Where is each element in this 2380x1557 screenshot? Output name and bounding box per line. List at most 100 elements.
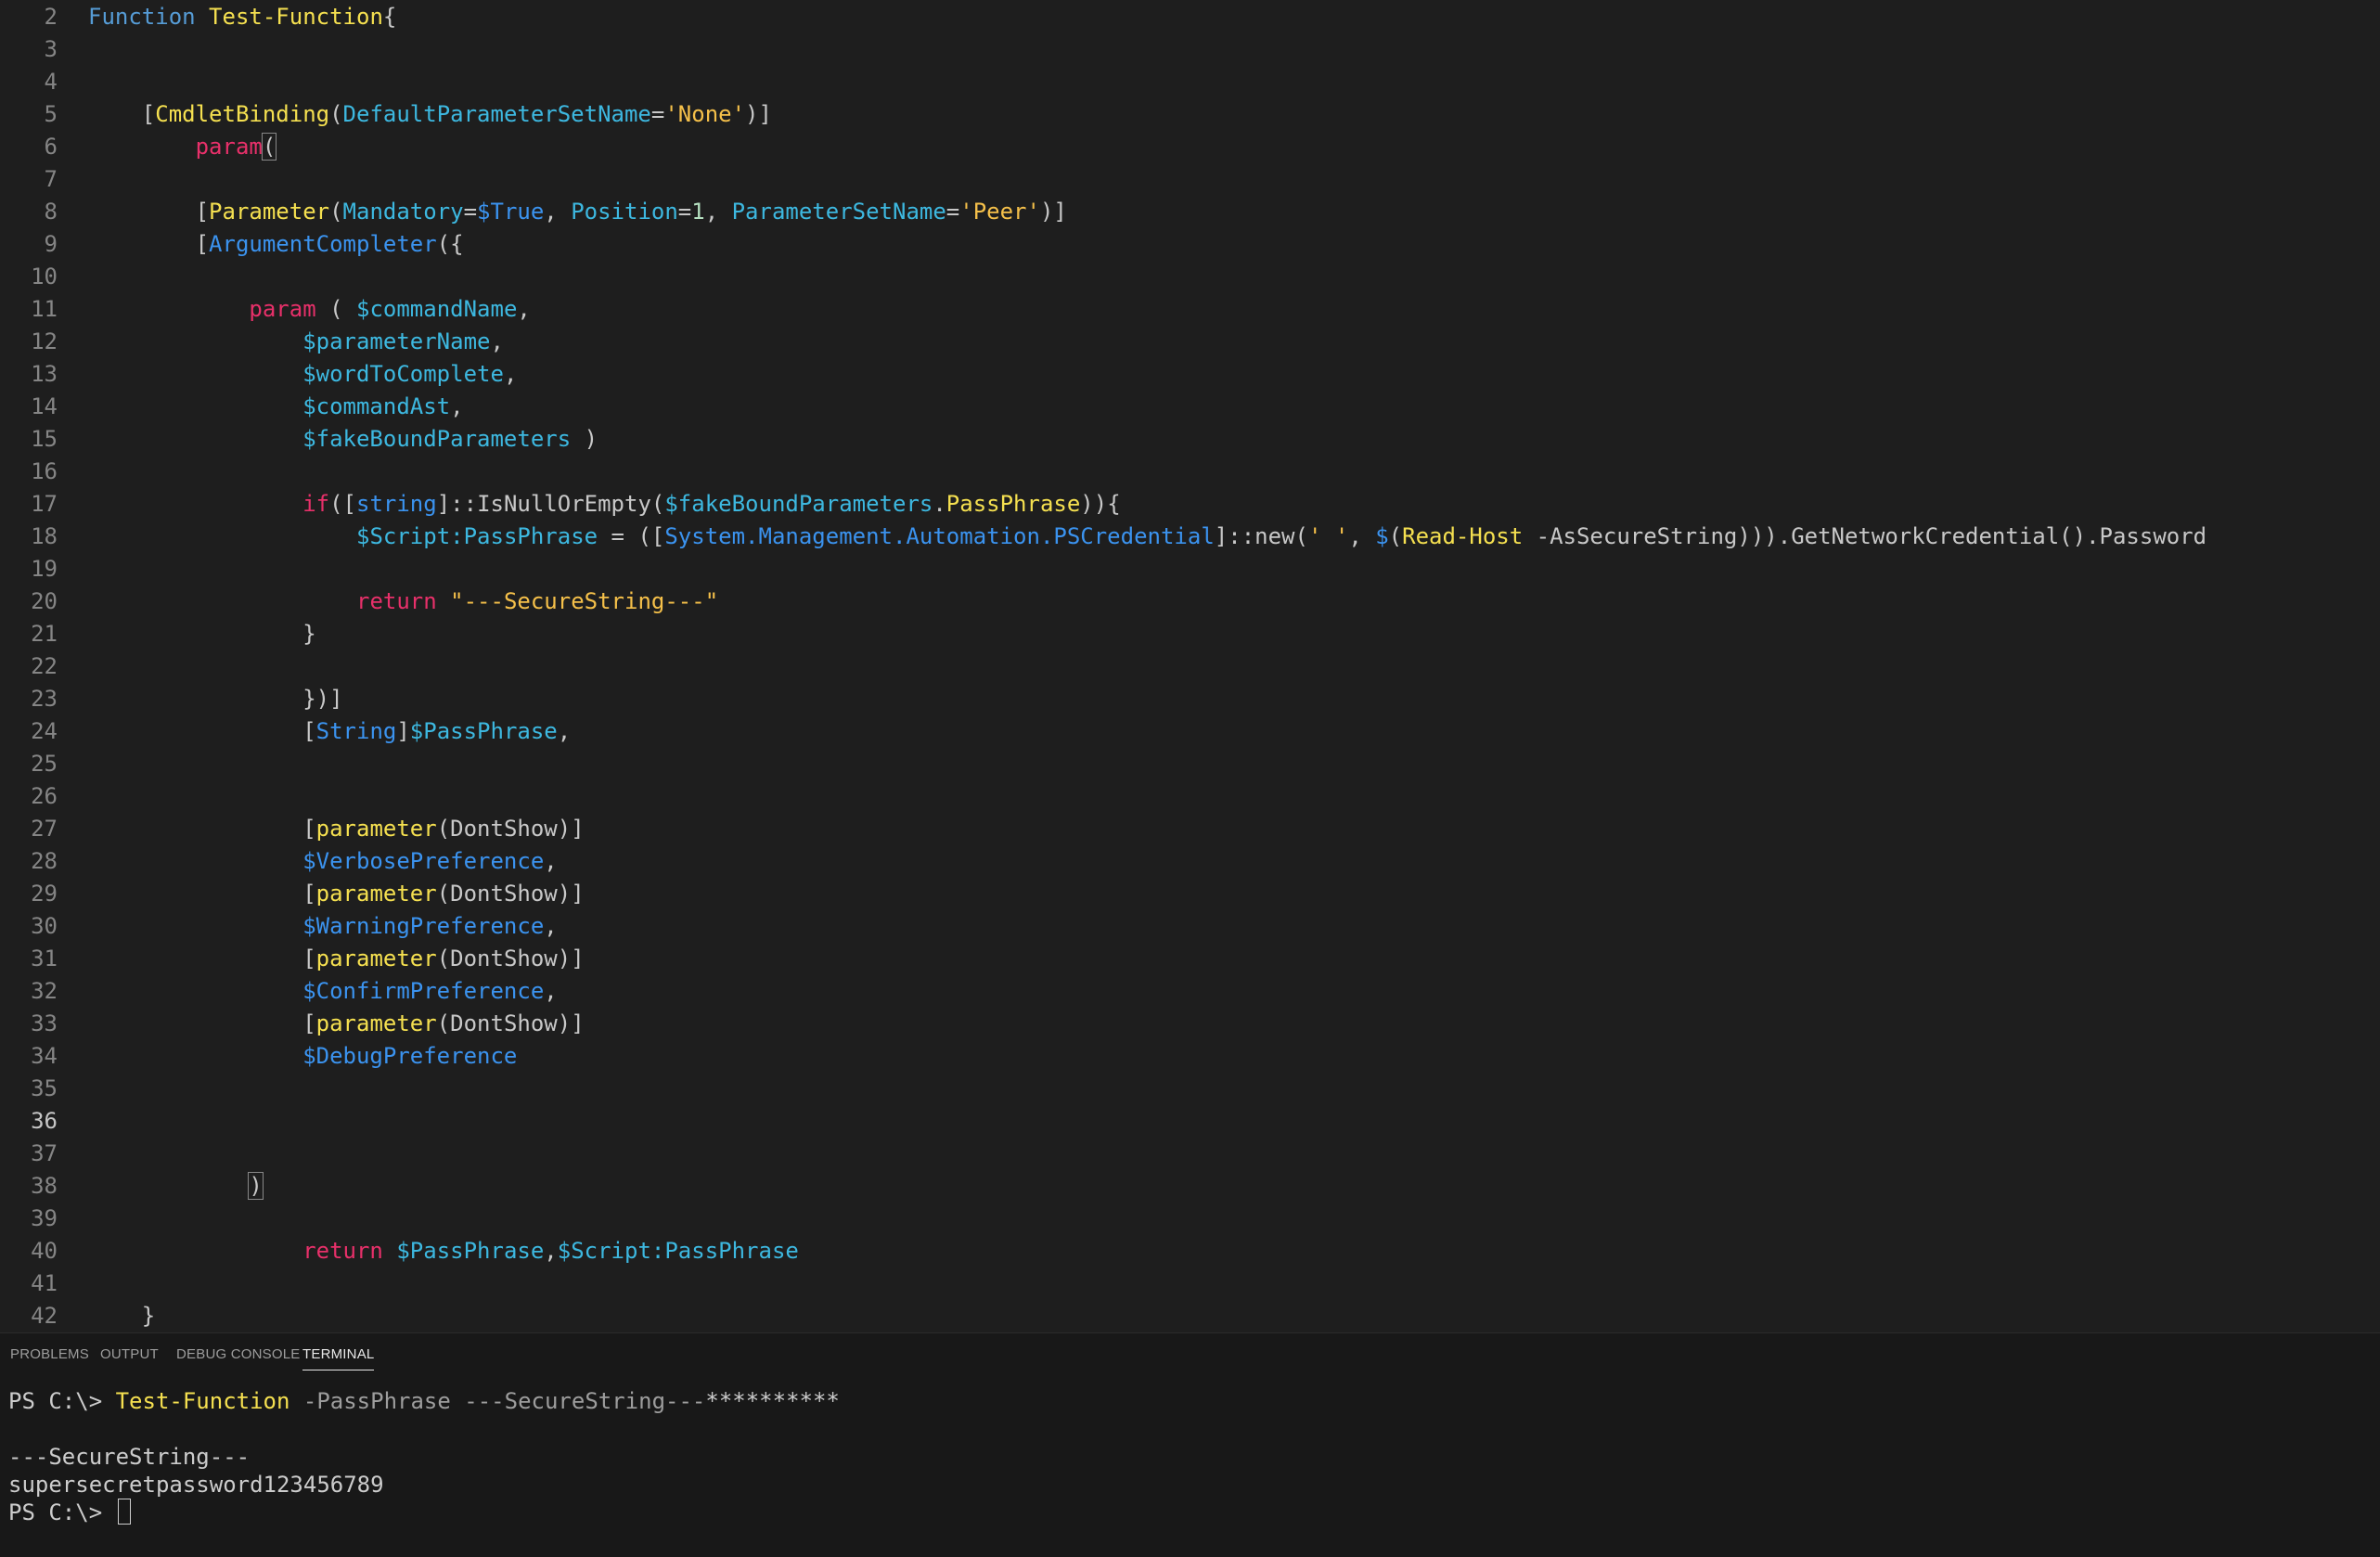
code-text: $wordToComplete, — [302, 361, 518, 387]
code-line[interactable]: 30 $WarningPreference, — [0, 910, 2380, 943]
code-text: $Script:PassPhrase = ([System.Management… — [356, 523, 2207, 549]
line-number: 21 — [31, 621, 58, 647]
code-text: $fakeBoundParameters ) — [302, 426, 598, 452]
line-number: 34 — [31, 1043, 58, 1069]
line-number: 32 — [31, 978, 58, 1004]
code-text: $commandAst, — [302, 393, 464, 419]
code-line[interactable]: 36 — [0, 1105, 2380, 1138]
line-number: 30 — [31, 913, 58, 939]
code-line[interactable]: 38) — [0, 1170, 2380, 1203]
code-line[interactable]: 28 $VerbosePreference, — [0, 845, 2380, 878]
line-number: 24 — [31, 718, 58, 744]
code-line[interactable]: 17 if([string]::IsNullOrEmpty($fakeBoundP… — [0, 488, 2380, 521]
code-text: [parameter(DontShow)] — [302, 946, 585, 972]
line-number: 23 — [31, 686, 58, 712]
tab-output[interactable]: OUTPUT — [100, 1333, 159, 1376]
terminal-prompt: PS C:\> — [8, 1499, 116, 1525]
terminal-prompt: PS C:\> — [8, 1388, 116, 1414]
code-line[interactable]: 33 [parameter(DontShow)] — [0, 1008, 2380, 1040]
code-line[interactable]: 41 — [0, 1267, 2380, 1300]
code-line[interactable]: 6 param( — [0, 131, 2380, 163]
code-line[interactable]: 7 — [0, 163, 2380, 196]
code-line[interactable]: 34 $DebugPreference — [0, 1040, 2380, 1073]
line-number: 13 — [31, 361, 58, 387]
terminal-arguments: -PassPhrase ---SecureString--- — [289, 1388, 706, 1414]
code-line[interactable]: 3 — [0, 33, 2380, 66]
line-number: 6 — [44, 134, 58, 160]
line-number: 8 — [44, 199, 58, 225]
line-number: 3 — [44, 36, 58, 62]
line-number: 39 — [31, 1205, 58, 1231]
code-text: [String]$PassPhrase, — [302, 718, 572, 744]
code-text: $parameterName, — [302, 328, 504, 354]
panel-tab-bar: PROBLEMS OUTPUT DEBUG CONSOLE TERMINAL — [0, 1333, 2380, 1376]
line-number: 5 — [44, 101, 58, 127]
terminal-command: Test-Function — [115, 1388, 290, 1414]
code-line[interactable]: 20 return "---SecureString---" — [0, 585, 2380, 618]
code-line[interactable]: 22 — [0, 650, 2380, 683]
code-line[interactable]: 12 $parameterName, — [0, 326, 2380, 358]
line-number: 14 — [31, 393, 58, 419]
code-line[interactable]: 27 [parameter(DontShow)] — [0, 813, 2380, 845]
line-number: 28 — [31, 848, 58, 874]
code-text: $WarningPreference, — [302, 913, 558, 939]
code-line[interactable]: 9 [ArgumentCompleter({ — [0, 228, 2380, 261]
code-line[interactable]: 26 — [0, 780, 2380, 813]
line-number: 40 — [31, 1238, 58, 1264]
tab-problems[interactable]: PROBLEMS — [10, 1333, 89, 1376]
line-number: 29 — [31, 881, 58, 907]
terminal[interactable]: PS C:\> Test-Function -PassPhrase ---Sec… — [0, 1376, 2380, 1557]
code-line[interactable]: 21} — [0, 618, 2380, 650]
code-line[interactable]: 15 $fakeBoundParameters ) — [0, 423, 2380, 456]
code-line[interactable]: 32 $ConfirmPreference, — [0, 975, 2380, 1008]
code-line[interactable]: 40 return $PassPhrase,$Script:PassPhrase — [0, 1235, 2380, 1267]
line-number: 36 — [31, 1108, 58, 1134]
code-text: } — [302, 621, 316, 647]
code-text: [parameter(DontShow)] — [302, 881, 585, 907]
code-line[interactable]: 13 $wordToComplete, — [0, 358, 2380, 391]
code-line[interactable]: 39 — [0, 1203, 2380, 1235]
code-line[interactable]: 29 [parameter(DontShow)] — [0, 878, 2380, 910]
line-number: 31 — [31, 946, 58, 972]
line-number: 2 — [44, 4, 58, 30]
code-text: $ConfirmPreference, — [302, 978, 558, 1004]
code-editor[interactable]: 2 Function Test-Function{3 4 5 [CmdletBindin… — [0, 0, 2380, 1332]
code-text: $DebugPreference — [302, 1043, 518, 1069]
line-number: 12 — [31, 328, 58, 354]
code-line[interactable]: 42} — [0, 1300, 2380, 1332]
code-line[interactable]: 31 [parameter(DontShow)] — [0, 943, 2380, 975]
line-number: 11 — [31, 296, 58, 322]
code-line[interactable]: 25 — [0, 748, 2380, 780]
code-text: [parameter(DontShow)] — [302, 816, 585, 842]
code-line[interactable]: 11 param ( $commandName, — [0, 293, 2380, 326]
code-line[interactable]: 5 [CmdletBinding(DefaultParameterSetName=… — [0, 98, 2380, 131]
code-line[interactable]: 35 — [0, 1073, 2380, 1105]
code-text: if([string]::IsNullOrEmpty($fakeBoundPar… — [302, 491, 1121, 517]
code-text: [Parameter(Mandatory=$True, Position=1, … — [195, 199, 1067, 225]
code-line[interactable]: 37 — [0, 1138, 2380, 1170]
terminal-prompt-line: PS C:\> — [8, 1499, 131, 1526]
code-line[interactable]: 10 — [0, 261, 2380, 293]
line-number: 10 — [31, 264, 58, 290]
line-number: 19 — [31, 556, 58, 582]
terminal-output-line: ---SecureString--- — [8, 1444, 251, 1470]
code-line[interactable]: 18 $Script:PassPhrase = ([System.Manageme… — [0, 521, 2380, 553]
code-text: [CmdletBinding(DefaultParameterSetName='… — [141, 101, 772, 127]
line-number: 20 — [31, 588, 58, 614]
code-line[interactable]: 4 — [0, 66, 2380, 98]
code-text: })] — [302, 686, 343, 712]
code-line[interactable]: 16 — [0, 456, 2380, 488]
terminal-masked-input: ********** — [705, 1388, 840, 1414]
code-line[interactable]: 2 Function Test-Function{ — [0, 1, 2380, 33]
code-line[interactable]: 8 [Parameter(Mandatory=$True, Position=1,… — [0, 196, 2380, 228]
code-line[interactable]: 24 [String]$PassPhrase, — [0, 715, 2380, 748]
line-number: 4 — [44, 69, 58, 95]
line-number: 35 — [31, 1075, 58, 1101]
tab-debug-console[interactable]: DEBUG CONSOLE — [176, 1333, 300, 1376]
code-line[interactable]: 23})] — [0, 683, 2380, 715]
code-line[interactable]: 14 $commandAst, — [0, 391, 2380, 423]
terminal-output-line: supersecretpassword123456789 — [8, 1472, 384, 1498]
tab-terminal[interactable]: TERMINAL — [302, 1333, 375, 1376]
line-number: 41 — [31, 1270, 58, 1296]
code-line[interactable]: 19 — [0, 553, 2380, 585]
